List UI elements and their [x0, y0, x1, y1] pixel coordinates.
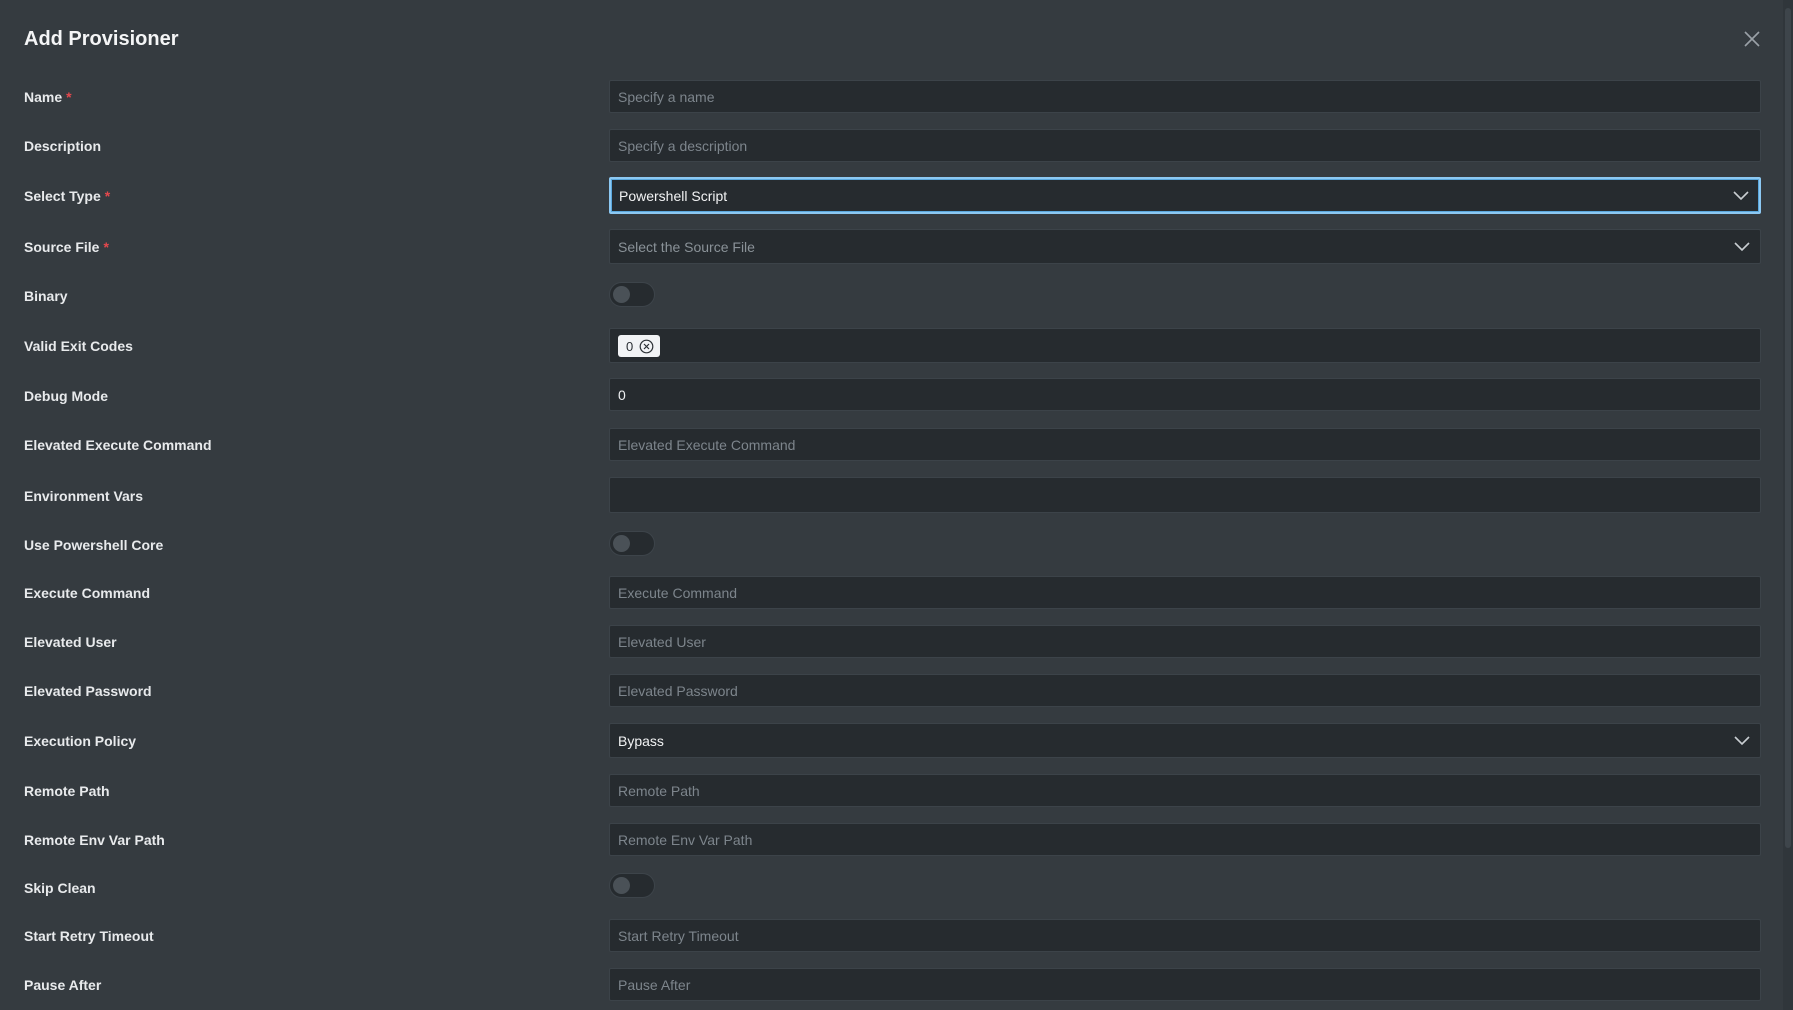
start-retry-timeout-field-wrapper — [609, 919, 1761, 952]
execution-policy-value: Bypass — [618, 732, 664, 749]
scrollbar[interactable] — [1783, 0, 1793, 1010]
toggle-knob — [613, 877, 630, 894]
dialog-title: Add Provisioner — [24, 28, 179, 50]
required-marker: * — [103, 239, 109, 255]
execution-policy-label: Execution Policy — [24, 733, 137, 749]
remote-path-field-wrapper — [609, 774, 1761, 807]
skip-clean-toggle[interactable] — [609, 873, 655, 898]
debug-mode-field-wrapper — [609, 378, 1761, 411]
debug-mode-input[interactable] — [610, 379, 1760, 410]
remote-env-var-path-input[interactable] — [610, 824, 1760, 855]
elevated-execute-command-label: Elevated Execute Command — [24, 437, 212, 453]
environment-vars-field-wrapper — [609, 477, 1761, 513]
remote-env-var-path-label: Remote Env Var Path — [24, 832, 165, 848]
elevated-execute-command-input[interactable] — [610, 429, 1760, 460]
elevated-execute-command-field-wrapper — [609, 428, 1761, 461]
elevated-password-field-wrapper — [609, 674, 1761, 707]
debug-mode-label: Debug Mode — [24, 388, 108, 404]
use-powershell-core-toggle[interactable] — [609, 531, 655, 556]
environment-vars-input[interactable] — [610, 478, 1760, 512]
name-label: Name * — [24, 89, 72, 105]
select-type-dropdown[interactable]: Powershell Script — [609, 177, 1761, 214]
remote-path-input[interactable] — [610, 775, 1760, 806]
use-powershell-core-label: Use Powershell Core — [24, 537, 164, 553]
required-marker: * — [66, 89, 72, 105]
skip-clean-label: Skip Clean — [24, 880, 96, 896]
valid-exit-codes-label: Valid Exit Codes — [24, 338, 133, 354]
pause-after-label: Pause After — [24, 977, 102, 993]
execute-command-label: Execute Command — [24, 585, 151, 601]
pause-after-field-wrapper — [609, 968, 1761, 1001]
name-input[interactable] — [610, 81, 1760, 112]
scrollbar-thumb[interactable] — [1785, 8, 1791, 848]
source-file-placeholder: Select the Source File — [618, 238, 755, 255]
description-field-wrapper — [609, 129, 1761, 162]
start-retry-timeout-input[interactable] — [610, 920, 1760, 951]
add-provisioner-dialog: Add Provisioner Name* Description Select… — [0, 0, 1783, 1010]
binary-label: Binary — [24, 288, 68, 304]
elevated-user-label: Elevated User — [24, 634, 117, 650]
remove-tag-icon[interactable] — [639, 339, 654, 354]
name-field-wrapper — [609, 80, 1761, 113]
pause-after-input[interactable] — [610, 969, 1760, 1000]
source-file-label: Source File * — [24, 239, 109, 255]
elevated-password-input[interactable] — [610, 675, 1760, 706]
chevron-down-icon — [1733, 190, 1749, 200]
select-type-value: Powershell Script — [619, 187, 728, 204]
close-icon[interactable] — [1741, 28, 1763, 50]
execute-command-field-wrapper — [609, 576, 1761, 609]
elevated-user-input[interactable] — [610, 626, 1760, 657]
elevated-password-label: Elevated Password — [24, 683, 152, 699]
environment-vars-label: Environment Vars — [24, 488, 144, 504]
execute-command-input[interactable] — [610, 577, 1760, 608]
remote-path-label: Remote Path — [24, 783, 110, 799]
start-retry-timeout-label: Start Retry Timeout — [24, 928, 154, 944]
remote-env-var-path-field-wrapper — [609, 823, 1761, 856]
chevron-down-icon — [1734, 241, 1750, 251]
exit-code-tag: 0 — [618, 335, 661, 357]
elevated-user-field-wrapper — [609, 625, 1761, 658]
toggle-knob — [613, 286, 630, 303]
toggle-knob — [613, 535, 630, 552]
source-file-dropdown[interactable]: Select the Source File — [609, 229, 1761, 264]
exit-code-tag-label: 0 — [626, 338, 634, 354]
execution-policy-dropdown[interactable]: Bypass — [609, 723, 1761, 758]
description-label: Description — [24, 138, 102, 154]
chevron-down-icon — [1734, 735, 1750, 745]
select-type-label: Select Type * — [24, 188, 111, 204]
description-input[interactable] — [610, 130, 1760, 161]
required-marker: * — [104, 188, 111, 204]
binary-toggle[interactable] — [609, 282, 655, 307]
valid-exit-codes-input[interactable]: 0 — [609, 328, 1761, 363]
